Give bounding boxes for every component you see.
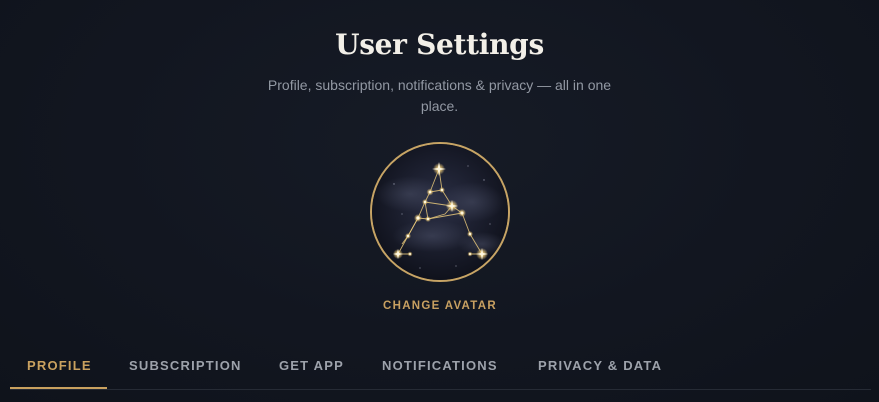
tab-label: SUBSCRIPTION (129, 358, 242, 373)
avatar[interactable] (370, 142, 510, 282)
page-subtitle: Profile, subscription, notifications & p… (267, 77, 612, 114)
tab-label: PRIVACY & DATA (538, 358, 663, 373)
page-title: User Settings (335, 28, 544, 61)
tab-notifications[interactable]: NOTIFICATIONS (382, 345, 518, 389)
change-avatar-button[interactable]: CHANGE AVATAR (340, 300, 540, 312)
tab-get-app[interactable]: GET APP (279, 345, 363, 389)
tab-label: PROFILE (27, 358, 92, 373)
tab-subscription[interactable]: SUBSCRIPTION (129, 345, 259, 389)
constellation-letter-a-icon (372, 144, 508, 280)
tab-profile[interactable]: PROFILE (10, 345, 107, 389)
settings-tabs: PROFILE SUBSCRIPTION GET APP NOTIFICATIO… (10, 345, 871, 390)
tab-label: GET APP (279, 358, 344, 373)
tab-label: NOTIFICATIONS (382, 358, 498, 373)
tab-privacy-data[interactable]: PRIVACY & DATA (538, 345, 678, 389)
